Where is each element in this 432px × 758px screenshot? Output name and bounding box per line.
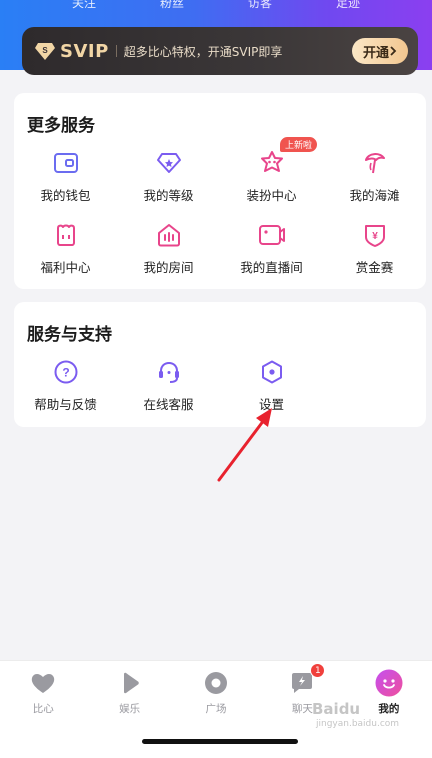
settings-icon [258,358,286,386]
svg-text:¥: ¥ [372,231,378,242]
help-icon: ? [52,358,80,386]
service-level[interactable]: 我的等级 [117,147,220,205]
svip-open-button[interactable]: 开通 [352,38,408,64]
top-tab-visitors[interactable]: 访客 [248,0,272,10]
baidu-watermark: Baidu jingyan.baidu.com [312,700,399,729]
svip-divider [115,45,117,57]
tab-square[interactable]: 广场 [173,661,259,721]
bounty-icon: ¥ [361,221,389,249]
support-card: 服务与支持 ? 帮助与反馈 在线客服 设置 [14,302,426,427]
level-icon [155,149,183,177]
top-tab-fans[interactable]: 粉丝 [160,0,184,10]
live-room-icon [258,221,286,249]
unread-badge: 1 [310,663,326,678]
watermark-subtext: jingyan.baidu.com [316,719,400,729]
service-label: 我的房间 [143,260,194,275]
service-label: 装扮中心 [246,188,297,203]
service-label: 福利中心 [40,260,91,275]
home-indicator[interactable] [142,739,298,744]
welfare-icon [52,221,80,249]
svg-text:?: ? [62,366,69,380]
support-settings[interactable]: 设置 [220,356,323,414]
circle-icon [202,669,230,697]
more-services-card: 更多服务 我的钱包 我的等级 上新啦 装扮中心 我的海滩 福利中心 我的房间 我… [14,93,426,289]
tab-label: 广场 [205,703,227,715]
service-label: 赏金赛 [355,260,394,275]
chevron-right-icon [390,46,397,56]
service-dress-up[interactable]: 上新啦 装扮中心 [220,137,323,205]
watermark-text: Baidu [312,700,361,718]
service-label: 我的钱包 [40,188,91,203]
tab-entertainment[interactable]: 娱乐 [86,661,172,721]
svip-banner[interactable]: S SVIP 超多比心特权，开通SVIP即享 开通 [22,27,418,75]
support-label: 设置 [258,397,284,412]
tab-label: 娱乐 [119,703,141,715]
svip-title: SVIP [60,40,109,62]
service-label: 我的直播间 [240,260,303,275]
svip-description: 超多比心特权，开通SVIP即享 [123,44,283,59]
service-room[interactable]: 我的房间 [117,219,220,277]
customer-service-icon [155,358,183,386]
heart-icon [29,669,57,697]
top-tab-follow[interactable]: 关注 [72,0,96,10]
room-icon [155,221,183,249]
support-grid: ? 帮助与反馈 在线客服 设置 [14,356,426,414]
support-label: 在线客服 [143,397,194,412]
more-services-title: 更多服务 [27,116,95,136]
support-help[interactable]: ? 帮助与反馈 [14,356,117,414]
tab-label: 比心 [32,703,54,715]
support-label: 帮助与反馈 [34,397,97,412]
new-tag-badge: 上新啦 [280,137,318,152]
support-title: 服务与支持 [27,325,112,345]
service-bounty[interactable]: ¥ 赏金赛 [323,219,426,277]
service-live-room[interactable]: 我的直播间 [220,219,323,277]
tab-label: 聊天 [291,703,313,715]
wallet-icon [52,149,80,177]
support-customer-service[interactable]: 在线客服 [117,356,220,414]
more-services-grid: 我的钱包 我的等级 上新啦 装扮中心 我的海滩 福利中心 我的房间 我的直播间 … [14,137,426,277]
top-stats-row: 关注 粉丝 访客 足迹 [0,0,432,10]
svip-diamond-icon: S [34,40,56,62]
dress-up-icon [258,149,286,177]
svip-open-label: 开通 [362,45,389,61]
svg-text:S: S [42,46,48,55]
profile-icon [375,669,403,697]
service-beach[interactable]: 我的海滩 [323,147,426,205]
service-label: 我的等级 [143,188,194,203]
tab-bixin[interactable]: 比心 [0,661,86,721]
play-icon [116,669,144,697]
beach-icon [361,149,389,177]
service-welfare[interactable]: 福利中心 [14,219,117,277]
top-tab-footprints[interactable]: 足迹 [336,0,360,10]
service-label: 我的海滩 [349,188,400,203]
service-wallet[interactable]: 我的钱包 [14,147,117,205]
